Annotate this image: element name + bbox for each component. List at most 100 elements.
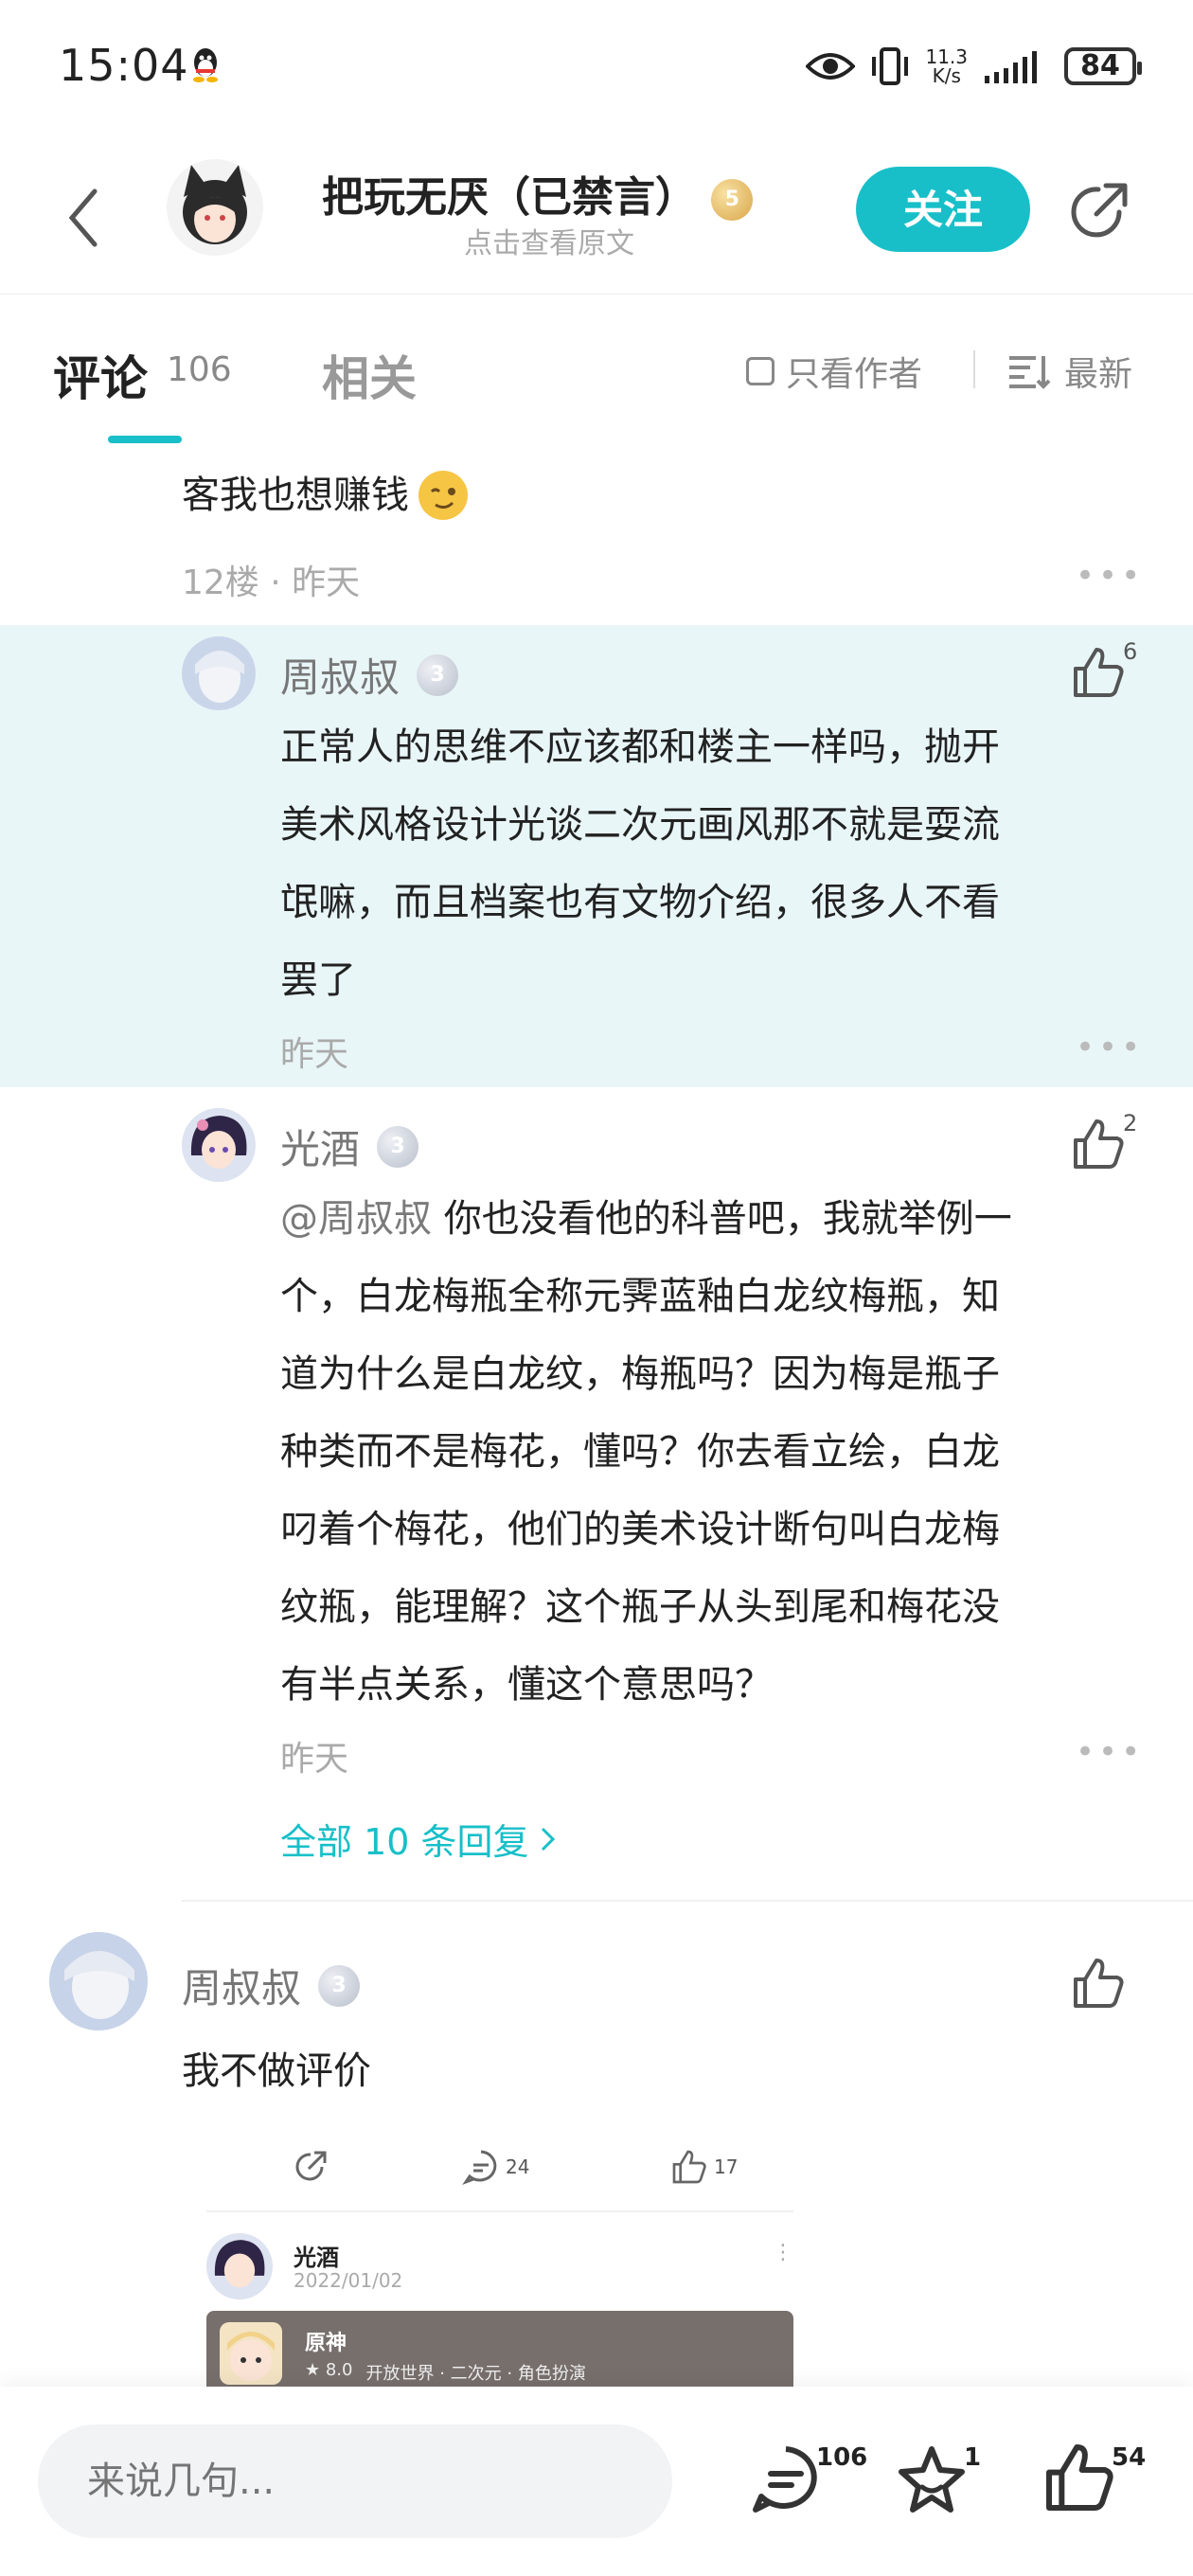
net-speed-value: 11.3 <box>925 45 968 68</box>
like-button[interactable] <box>1070 1955 1127 2015</box>
smirk-emoji-icon <box>418 471 468 520</box>
reply-text-line: @周叔叔 你也没看他的科普吧，我就举例一 <box>280 1180 1151 1258</box>
comment-text: 我不做评价 <box>182 2049 371 2093</box>
favorite-button[interactable] <box>894 2442 970 2521</box>
like-button[interactable] <box>1070 1116 1127 1176</box>
comment-text: 客我也想赚钱 <box>182 474 409 517</box>
game-name: 原神 <box>305 2332 347 2355</box>
comment-bubble-icon <box>753 2446 817 2513</box>
reply-text-line: 种类而不是梅花，懂吗？你去看立绘，白龙 <box>280 1430 1000 1474</box>
separator <box>206 2210 793 2212</box>
reply-text-line: 有半点关系，懂这个意思吗？ <box>280 1663 773 1707</box>
reply-text-line: 纹瓶，能理解？这个瓶子从头到尾和梅花没 <box>280 1585 1000 1629</box>
sort-toggle[interactable]: 最新 <box>1007 347 1132 396</box>
level-badge: 3 <box>417 653 459 696</box>
embed-reply-count: 24 <box>506 2156 530 2178</box>
favorite-count: 1 <box>964 2443 982 2472</box>
reply-text: 你也没看他的科普吧，我就举例一 <box>443 1197 1012 1241</box>
like-count: 2 <box>1123 1110 1138 1136</box>
net-speed-unit: K/s <box>932 64 961 87</box>
tab-related[interactable]: 相关 <box>322 341 417 409</box>
embed-date: 2022/01/02 <box>294 2269 403 2292</box>
tab-divider <box>973 350 975 388</box>
more-options-icon[interactable]: ••• <box>1076 1733 1144 1771</box>
comment-tabs: 评论 106 相关 只看作者 最新 <box>0 294 1193 445</box>
system-icons: 11.3 K/s 84 <box>806 38 1142 95</box>
reply-header: 光酒 3 <box>280 1118 419 1175</box>
reply-text-line: 个，白龙梅瓶全称元霁蓝釉白龙纹梅瓶，知 <box>280 1275 1000 1318</box>
embed-reply-stat: 24 <box>462 2148 529 2186</box>
author-avatar[interactable] <box>167 159 263 256</box>
comment-header: 周叔叔 3 <box>182 1957 361 2014</box>
reply-time: 昨天 <box>280 1740 349 1779</box>
active-tab-indicator <box>108 436 182 443</box>
like-post-button[interactable] <box>1042 2440 1117 2519</box>
sort-icon <box>1009 356 1051 389</box>
author-name: 把玩无厌（已禁言） <box>322 173 697 222</box>
post-author-title[interactable]: 把玩无厌（已禁言） 5 <box>322 163 754 224</box>
reply-author-name[interactable]: 光酒 <box>280 1118 360 1175</box>
only-author-label: 只看作者 <box>786 355 923 394</box>
reply-text-line: 叼着个梅花，他们的美术设计断句叫白龙梅 <box>280 1508 1000 1551</box>
reply-body: @周叔叔 你也没看他的科普吧，我就举例一 个，白龙梅瓶全称元霁蓝釉白龙纹梅瓶，知… <box>280 1180 1151 1724</box>
eye-icon <box>806 53 856 80</box>
embed-like-count: 17 <box>714 2156 739 2178</box>
embed-share-icon <box>292 2148 329 2190</box>
post-like-count: 54 <box>1112 2443 1147 2472</box>
reply-avatar[interactable] <box>182 636 256 710</box>
level-badge: 5 <box>711 179 754 221</box>
comments-total: 106 <box>816 2443 868 2472</box>
comments-count: 106 <box>167 350 232 389</box>
sort-label: 最新 <box>1064 355 1133 394</box>
only-author-toggle[interactable]: 只看作者 <box>746 347 922 396</box>
embed-like-stat: 17 <box>670 2148 738 2186</box>
comment-input[interactable] <box>38 2424 672 2538</box>
status-time: 15:04 <box>59 40 189 91</box>
bottom-action-bar: 106 1 54 <box>0 2387 1193 2576</box>
signal-icon <box>985 51 1037 83</box>
view-all-replies-link[interactable]: 全部 10 条回复 <box>280 1813 558 1865</box>
like-button[interactable] <box>1070 644 1127 705</box>
reply-body: 正常人的思维不应该都和楼主一样吗，抛开 美术风格设计光谈二次元画风那不就是耍流 … <box>280 708 1132 1019</box>
status-bar: 15:04 11.3 K/s 84 <box>0 0 1193 142</box>
more-options-icon[interactable]: ••• <box>1076 557 1144 595</box>
view-original-hint[interactable]: 点击查看原文 <box>464 220 634 261</box>
embed-more-icon: ⋮ <box>773 2241 793 2264</box>
only-author-checkbox[interactable] <box>746 357 775 385</box>
embedded-screenshot[interactable]: 24 17 光酒 2022/01/02 ⋮ 原神 ★ 8.0 开放世界 · 二次… <box>206 2121 793 2406</box>
comment-bubble-icon <box>462 2150 497 2186</box>
comment-floor-meta: 12楼 · 昨天 <box>182 564 361 602</box>
like-count: 6 <box>1123 638 1138 665</box>
mention-link[interactable]: @周叔叔 <box>280 1197 432 1241</box>
embed-user-name: 光酒 <box>294 2245 339 2271</box>
follow-button[interactable]: 关注 <box>856 167 1030 252</box>
user-avatar-image <box>49 1932 148 2030</box>
back-arrow-icon[interactable] <box>57 180 114 256</box>
comment-floor-12: 客我也想赚钱 <box>182 456 470 534</box>
vibrate-icon <box>872 47 909 85</box>
level-number: 3 <box>390 1134 405 1158</box>
share-icon[interactable] <box>1064 178 1132 246</box>
thumbs-up-icon <box>1074 648 1124 697</box>
comment-avatar[interactable] <box>49 1932 148 2030</box>
user-avatar-image <box>182 1108 256 1182</box>
tab-comments[interactable]: 评论 <box>53 341 148 409</box>
thumbs-up-icon <box>672 2150 706 2184</box>
more-options-icon[interactable]: ••• <box>1076 1029 1144 1066</box>
reply-avatar[interactable] <box>182 1108 256 1182</box>
comment-author-name[interactable]: 周叔叔 <box>182 1957 301 2014</box>
post-header: 把玩无厌（已禁言） 5 点击查看原文 关注 <box>0 142 1193 295</box>
user-avatar-image <box>182 636 256 710</box>
network-speed: 11.3 K/s <box>925 47 968 85</box>
thumbs-up-icon <box>1074 1119 1124 1169</box>
reply-text-line: 氓嘛，而且档案也有文物介绍，很多人不看 <box>280 881 1000 924</box>
reply-text-line: 正常人的思维不应该都和楼主一样吗，抛开 <box>280 725 1000 769</box>
embed-user-avatar <box>206 2233 273 2299</box>
comments-button[interactable] <box>748 2442 824 2521</box>
reply-author-name[interactable]: 周叔叔 <box>280 646 400 704</box>
reply-text-line: 罢了 <box>280 958 356 1002</box>
qq-notification-icon <box>193 48 218 82</box>
game-icon <box>220 2322 282 2385</box>
game-tags: 开放世界 · 二次元 · 角色扮演 <box>365 2364 586 2384</box>
game-meta: ★ 8.0 开放世界 · 二次元 · 角色扮演 <box>305 2360 586 2385</box>
